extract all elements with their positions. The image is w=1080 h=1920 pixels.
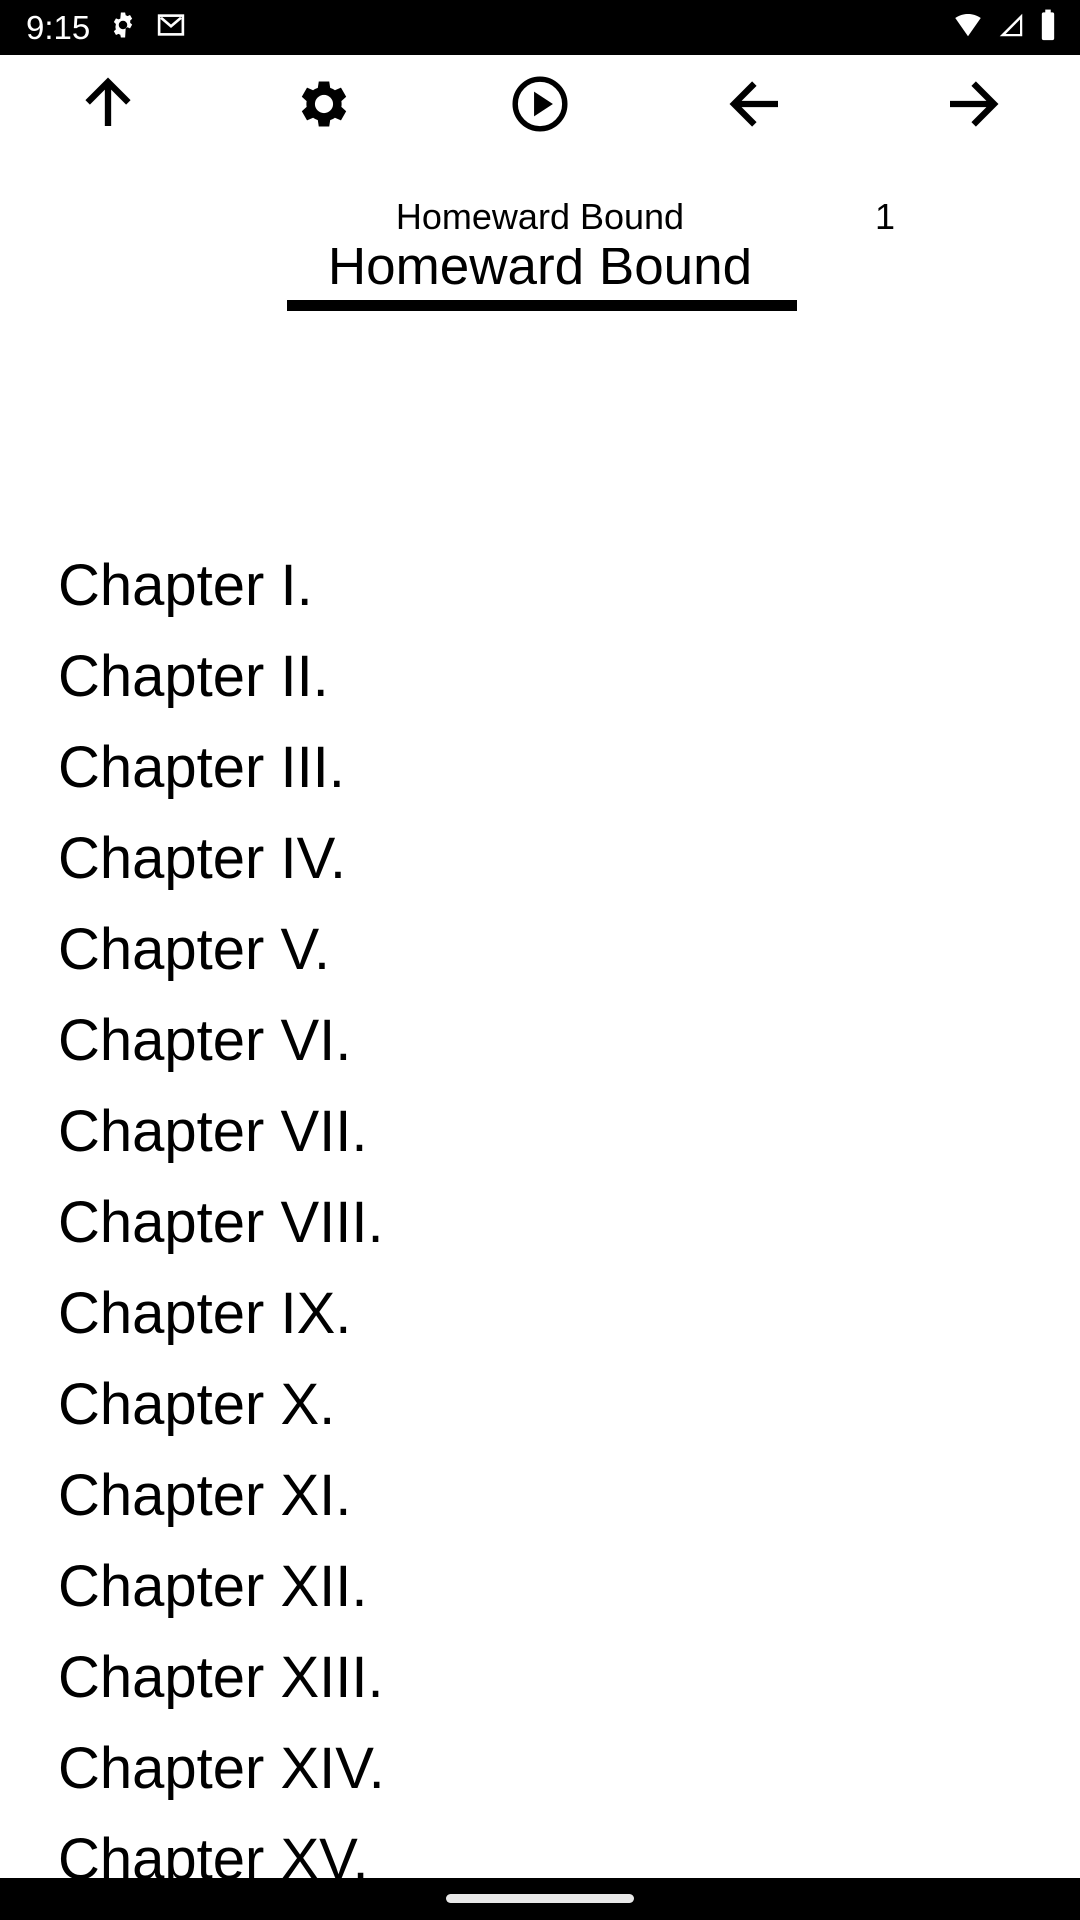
- status-bar-left: 9:15: [26, 10, 186, 45]
- chapter-link[interactable]: Chapter VII.: [0, 1086, 1080, 1177]
- status-bar: 9:15: [0, 0, 1080, 55]
- previous-button[interactable]: [648, 55, 864, 155]
- play-circle-icon: [509, 73, 571, 138]
- chapter-link[interactable]: Chapter III.: [0, 722, 1080, 813]
- page-title: Homeward Bound: [327, 248, 753, 296]
- wifi-icon: [952, 10, 984, 45]
- status-bar-right: [952, 9, 1058, 46]
- chapter-link[interactable]: Chapter XIV.: [0, 1723, 1080, 1814]
- reader-toolbar: [0, 55, 1080, 155]
- next-button[interactable]: [864, 55, 1080, 155]
- chapter-link[interactable]: Chapter VIII.: [0, 1177, 1080, 1268]
- gmail-icon: [156, 10, 186, 45]
- home-gesture-pill[interactable]: [446, 1894, 634, 1903]
- cell-signal-icon: [996, 10, 1026, 45]
- up-button[interactable]: [0, 55, 216, 155]
- status-clock: 9:15: [26, 9, 91, 46]
- settings-button[interactable]: [216, 55, 432, 155]
- chapter-link[interactable]: Chapter IV.: [0, 813, 1080, 904]
- chapter-link[interactable]: Chapter V.: [0, 904, 1080, 995]
- chapter-link[interactable]: Chapter I.: [0, 540, 1080, 631]
- chapter-link[interactable]: Chapter II.: [0, 631, 1080, 722]
- gear-icon: [291, 71, 357, 140]
- chapter-link[interactable]: Chapter IX.: [0, 1268, 1080, 1359]
- play-button[interactable]: [432, 55, 648, 155]
- chapter-link[interactable]: Chapter XI.: [0, 1450, 1080, 1541]
- up-arrow-icon: [75, 71, 141, 140]
- book-header: Homeward Bound 1: [0, 193, 1080, 241]
- gear-icon: [108, 10, 138, 45]
- chapter-link[interactable]: Chapter XIII.: [0, 1632, 1080, 1723]
- system-navigation-bar: [0, 1878, 1080, 1920]
- title-divider: [287, 300, 797, 311]
- chapter-link[interactable]: Chapter XII.: [0, 1541, 1080, 1632]
- left-arrow-icon: [723, 71, 789, 140]
- app-screen: 9:15 Homeward Bound 1 Homeward Bound Cha…: [0, 0, 1080, 1920]
- chapter-link[interactable]: Chapter VI.: [0, 995, 1080, 1086]
- page-number: 1: [874, 196, 896, 237]
- right-arrow-icon: [939, 71, 1005, 140]
- book-title-container: Homeward Bound: [0, 248, 1080, 300]
- chapter-list[interactable]: Chapter I. Chapter II. Chapter III. Chapter…: [0, 540, 1080, 1890]
- chapter-link[interactable]: Chapter X.: [0, 1359, 1080, 1450]
- battery-icon: [1038, 9, 1058, 46]
